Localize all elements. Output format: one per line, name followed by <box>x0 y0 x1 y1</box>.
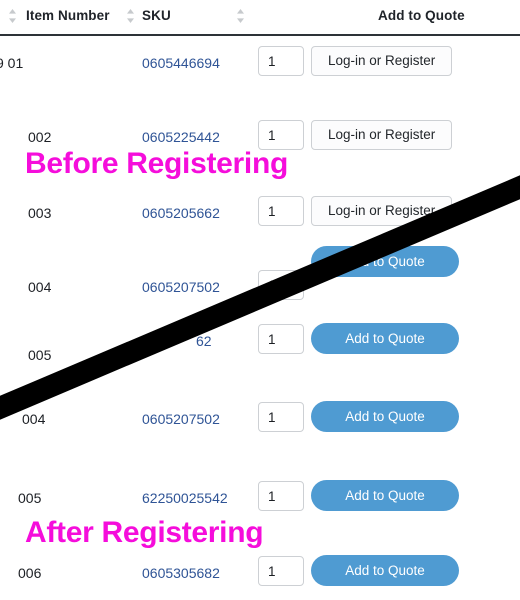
screenshot-root: Item Number SKU Add to Quote 9 01 060544… <box>0 0 520 600</box>
quantity-input[interactable] <box>258 270 304 300</box>
table-row: 9 01 0605446694 Log-in or Register <box>0 44 520 84</box>
table-row: 005 62 Add to Quote <box>0 322 520 363</box>
add-to-quote-button[interactable]: Add to Quote <box>311 246 459 277</box>
quantity-input[interactable] <box>258 324 304 354</box>
cell-sku-link[interactable]: 62 <box>196 333 212 349</box>
login-or-register-button[interactable]: Log-in or Register <box>311 46 453 76</box>
column-header-sku[interactable]: SKU <box>142 8 171 23</box>
sort-updown-icon[interactable] <box>126 8 135 24</box>
cell-sku-link[interactable]: 0605225442 <box>142 129 220 145</box>
cell-sku-link[interactable]: 62250025542 <box>142 490 228 506</box>
cell-item-number: 003 <box>28 205 52 221</box>
quantity-input[interactable] <box>258 402 304 432</box>
cell-sku-link[interactable]: 0605305682 <box>142 565 220 581</box>
cell-sku-link[interactable]: 0605205662 <box>142 205 220 221</box>
cell-item-number: 004 <box>22 411 46 427</box>
column-header-item-number[interactable]: Item Number <box>26 8 110 23</box>
cell-item-number: 005 <box>18 490 42 506</box>
table-row: 005 62250025542 Add to Quote <box>0 479 520 519</box>
quantity-input[interactable] <box>258 120 304 150</box>
cell-item-number: 006 <box>18 565 42 581</box>
cell-item-number: 004 <box>28 279 52 295</box>
cell-sku-link[interactable]: 0605446694 <box>142 55 220 71</box>
add-to-quote-button[interactable]: Add to Quote <box>311 323 459 354</box>
sort-updown-icon[interactable] <box>236 8 245 24</box>
sort-updown-icon[interactable] <box>8 8 17 24</box>
quantity-input[interactable] <box>258 556 304 586</box>
column-header-add-to-quote: Add to Quote <box>378 8 465 23</box>
quantity-input[interactable] <box>258 196 304 226</box>
cell-sku-link[interactable]: 0605207502 <box>142 411 220 427</box>
table-row: 004 0605207502 Add to Quote <box>0 246 520 308</box>
cell-item-number: 9 01 <box>0 55 24 71</box>
cell-sku-link[interactable]: 0605207502 <box>142 279 220 295</box>
add-to-quote-button[interactable]: Add to Quote <box>311 480 459 511</box>
cell-item-number: 002 <box>28 129 52 145</box>
cell-item-number: 005 <box>28 347 52 363</box>
annotation-after-registering: After Registering <box>25 516 264 549</box>
quantity-input[interactable] <box>258 481 304 511</box>
table-header-row: Item Number SKU Add to Quote <box>0 0 520 36</box>
annotation-before-registering: Before Registering <box>25 147 288 180</box>
table-row: 004 0605207502 Add to Quote <box>0 400 520 440</box>
login-or-register-button[interactable]: Log-in or Register <box>311 120 453 150</box>
table-row: 003 0605205662 Log-in or Register <box>0 194 520 234</box>
add-to-quote-button[interactable]: Add to Quote <box>311 555 459 586</box>
add-to-quote-button[interactable]: Add to Quote <box>311 401 459 432</box>
login-or-register-button[interactable]: Log-in or Register <box>311 196 453 226</box>
quantity-input[interactable] <box>258 46 304 76</box>
table-row: 006 0605305682 Add to Quote <box>0 554 520 594</box>
